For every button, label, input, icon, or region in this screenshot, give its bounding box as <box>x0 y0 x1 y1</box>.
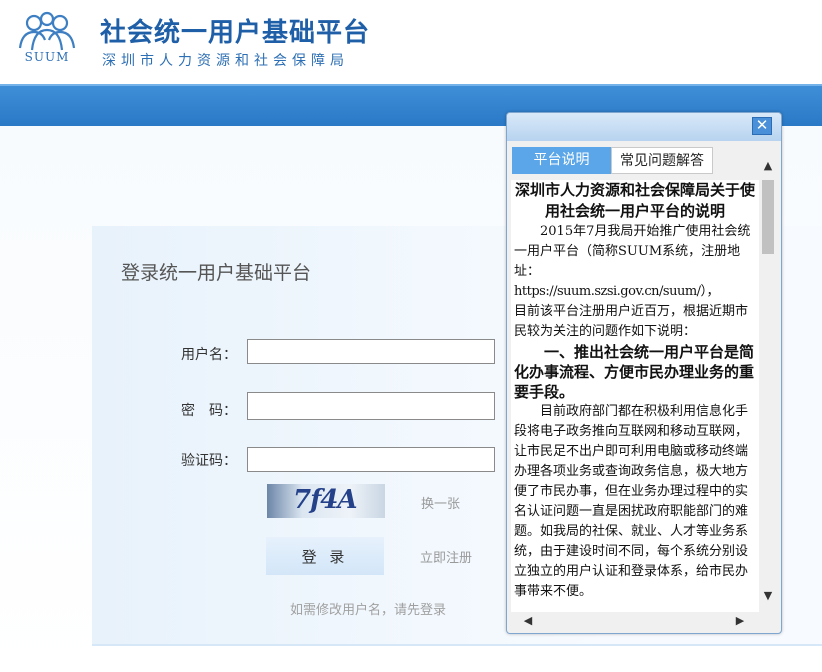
refresh-captcha-link[interactable]: 换一张 <box>421 493 460 512</box>
login-button[interactable]: 登 录 <box>266 537 384 575</box>
captcha-input[interactable] <box>247 447 495 472</box>
scroll-left-icon[interactable]: ◀ <box>519 612 537 629</box>
document-paragraph: 目前政府部门都在积极利用信息化手段将电子政务推向互联网和移动互联网，让市民足不出… <box>514 404 749 599</box>
section-heading: 一、推出社会统一用户平台是简化办事流程、方便市民办理业务的重要手段。 <box>514 343 755 401</box>
close-icon[interactable]: ✕ <box>752 117 772 135</box>
scroll-down-icon[interactable]: ▼ <box>759 587 777 605</box>
username-label: 用户名： <box>181 347 237 363</box>
people-group-icon <box>18 11 76 51</box>
registration-url: https://suum.szsi.gov.cn/suum/）， <box>514 284 720 299</box>
vertical-scrollbar[interactable]: ▲ ▼ <box>759 155 777 608</box>
username-input[interactable] <box>247 339 495 364</box>
dialog-titlebar[interactable]: ✕ <box>507 113 781 141</box>
nav-bar-highlight <box>0 84 822 86</box>
scroll-up-icon[interactable]: ▲ <box>759 157 777 175</box>
login-title: 登录统一用户基础平台 <box>121 262 312 284</box>
captcha-label: 验证码： <box>181 453 237 469</box>
captcha-text: 7f4A <box>293 485 358 515</box>
platform-title: 社会统一用户基础平台 <box>100 18 371 48</box>
scroll-thumb[interactable] <box>762 180 774 254</box>
bureau-name: 深圳市人力资源和社会保障局 <box>102 53 349 69</box>
tab-platform-info[interactable]: 平台说明 <box>512 147 611 174</box>
suum-logo: SUUM <box>14 10 80 70</box>
info-dialog: ✕ 平台说明 常见问题解答 深圳市人力资源和社会保障局关于使用社会统一用户平台的… <box>506 112 782 634</box>
horizontal-scrollbar[interactable]: ◀ ▶ <box>511 612 777 629</box>
register-link[interactable]: 立即注册 <box>420 547 472 566</box>
document-view: 深圳市人力资源和社会保障局关于使用社会统一用户平台的说明 2015年7月我局开始… <box>511 180 759 612</box>
document-paragraph: 目前该平台注册用户近百万，根据近期市民较为关注的问题作如下说明： <box>514 304 749 339</box>
document-paragraph: 2015年7月我局开始推广使用社会统一用户平台（简称SUUM系统，注册地址： <box>514 224 751 279</box>
document-title: 深圳市人力资源和社会保障局关于使用社会统一用户平台的说明 <box>514 181 755 220</box>
password-input[interactable] <box>247 392 495 420</box>
logo-text: SUUM <box>24 50 70 64</box>
tab-faq[interactable]: 常见问题解答 <box>611 147 713 174</box>
captcha-image[interactable]: 7f4A <box>267 484 385 518</box>
login-hint: 如需修改用户名，请先登录 <box>290 603 447 618</box>
divider <box>92 644 822 646</box>
page-header: SUUM 社会统一用户基础平台 深圳市人力资源和社会保障局 <box>0 0 822 84</box>
password-label: 密 码： <box>181 403 237 419</box>
scroll-right-icon[interactable]: ▶ <box>731 612 749 629</box>
